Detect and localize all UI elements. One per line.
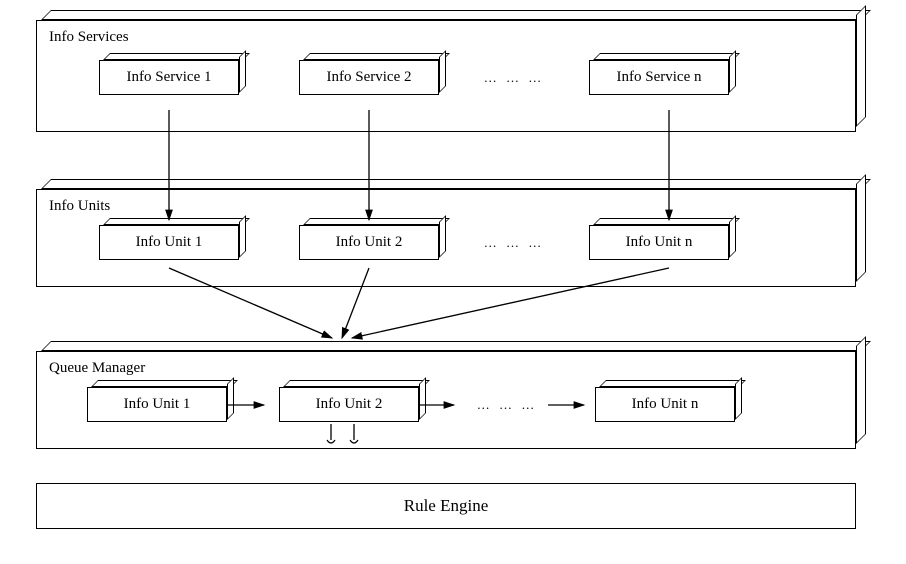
ellipsis: … … … xyxy=(469,70,559,86)
box-label: Info Unit 1 xyxy=(87,387,227,422)
box-queue-unit-2: Info Unit 2 xyxy=(279,387,419,422)
box-label: Info Unit n xyxy=(595,387,735,422)
box-info-unit-2: Info Unit 2 xyxy=(299,225,439,260)
box-label: Info Service 2 xyxy=(299,60,439,95)
ellipsis: … … … xyxy=(469,235,559,251)
box-info-unit-1: Info Unit 1 xyxy=(99,225,239,260)
box-info-service-2: Info Service 2 xyxy=(299,60,439,95)
layer-info-services: Info Services Info Service 1 Info Servic… xyxy=(36,20,856,132)
box-label: Info Unit 2 xyxy=(279,387,419,422)
box-label: Info Service 1 xyxy=(99,60,239,95)
layer-title-units: Info Units xyxy=(49,198,843,215)
box-label: Info Unit 2 xyxy=(299,225,439,260)
box-info-service-n: Info Service n xyxy=(589,60,729,95)
layer-queue-manager: Queue Manager Info Unit 1 Info Unit 2 … … xyxy=(36,351,856,449)
box-label: Info Service n xyxy=(589,60,729,95)
box-label: Info Unit n xyxy=(589,225,729,260)
box-label: Info Unit 1 xyxy=(99,225,239,260)
ellipsis: … … … xyxy=(461,397,553,413)
box-queue-unit-n: Info Unit n xyxy=(595,387,735,422)
layer-title-services: Info Services xyxy=(49,29,843,46)
architecture-diagram: Info Services Info Service 1 Info Servic… xyxy=(36,20,872,529)
box-info-service-1: Info Service 1 xyxy=(99,60,239,95)
layer-info-units: Info Units Info Unit 1 Info Unit 2 … … … xyxy=(36,189,856,287)
layer-rule-engine: Rule Engine xyxy=(36,483,856,529)
rule-engine-label: Rule Engine xyxy=(404,496,489,515)
box-info-unit-n: Info Unit n xyxy=(589,225,729,260)
box-queue-unit-1: Info Unit 1 xyxy=(87,387,227,422)
layer-title-queue: Queue Manager xyxy=(49,360,843,377)
